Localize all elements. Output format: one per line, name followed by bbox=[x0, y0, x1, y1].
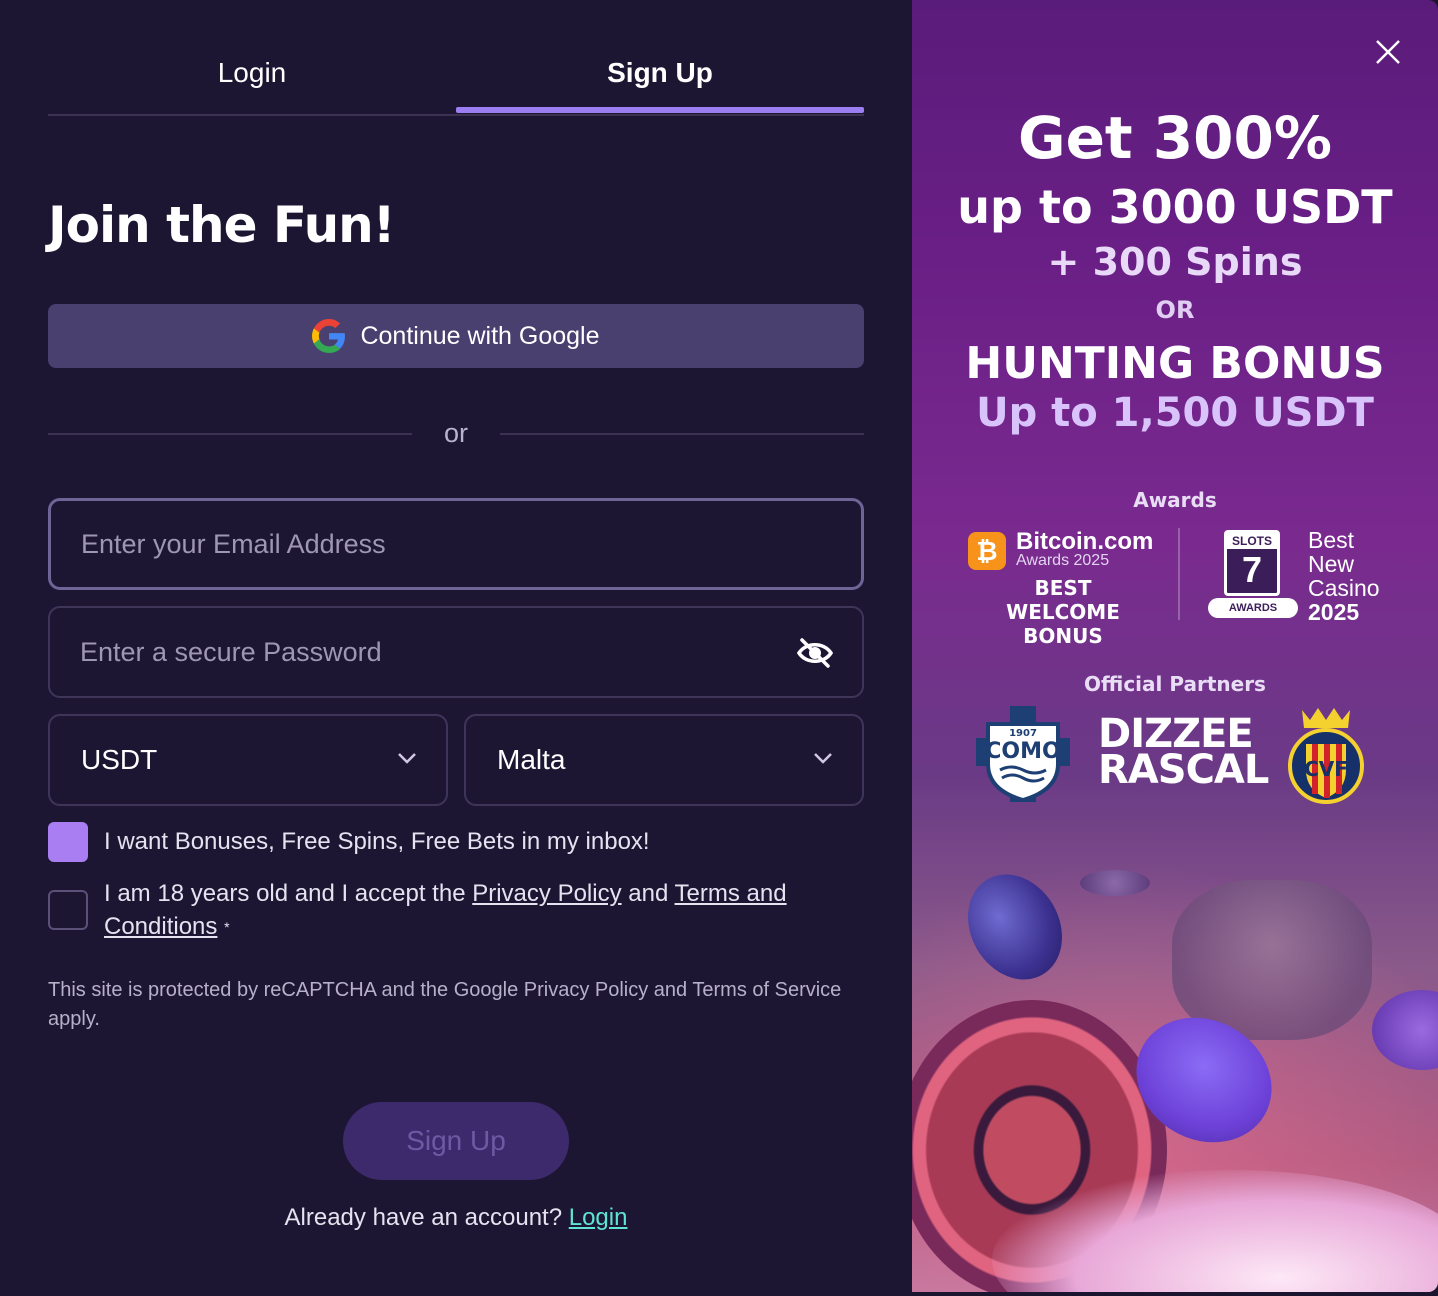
bonus-opt-in-label: I want Bonuses, Free Spins, Free Bets in… bbox=[104, 828, 650, 855]
continue-with-google-button[interactable]: Continue with Google bbox=[48, 304, 864, 368]
close-icon[interactable] bbox=[1374, 38, 1402, 66]
award2-line4: 2025 bbox=[1308, 599, 1360, 625]
google-icon bbox=[312, 319, 346, 353]
age-terms-label: I am 18 years old and I accept the Priva… bbox=[104, 877, 804, 944]
como-year: 1907 bbox=[1009, 728, 1037, 739]
tab-signup[interactable]: Sign Up bbox=[456, 40, 864, 114]
google-button-label: Continue with Google bbox=[360, 321, 600, 350]
chevron-down-icon bbox=[398, 753, 416, 764]
age-terms-prefix: I am 18 years old and I accept the bbox=[104, 880, 473, 907]
divider-left bbox=[48, 433, 412, 435]
rock-decoration bbox=[1172, 880, 1372, 1040]
small-coin-decoration bbox=[1080, 870, 1150, 896]
promo-amount: up to 3000 USDT bbox=[957, 180, 1393, 234]
have-account-text: Already have an account? bbox=[284, 1204, 563, 1231]
active-tab-indicator bbox=[456, 107, 864, 113]
divider-or-text: or bbox=[443, 418, 468, 448]
promo-spins: + 300 Spins bbox=[1047, 240, 1303, 284]
password-field-wrapper bbox=[48, 606, 864, 698]
award-best-welcome-bonus: BEST WELCOME BONUS bbox=[968, 576, 1158, 648]
award2-line1: Best bbox=[1308, 527, 1355, 553]
divider-right bbox=[500, 433, 864, 435]
eye-slash-icon[interactable] bbox=[796, 636, 834, 670]
award-welcome-bonus: WELCOME BONUS bbox=[1006, 600, 1120, 648]
bonus-opt-in-checkbox[interactable] bbox=[48, 822, 88, 862]
promo-panel: Get 300% up to 3000 USDT + 300 Spins OR … bbox=[912, 0, 1438, 1292]
sign-up-submit-button[interactable]: Sign Up bbox=[343, 1102, 569, 1180]
award-best: BEST bbox=[1034, 576, 1092, 600]
slots-award: SLOTS 7 AWARDS Best New Casino 2025 bbox=[1208, 528, 1408, 628]
hunting-bonus-title: HUNTING BONUS bbox=[965, 338, 1385, 389]
currency-value: USDT bbox=[81, 744, 158, 775]
have-account-line: Already have an account? Login bbox=[0, 1204, 912, 1232]
como-name: COMO bbox=[985, 739, 1060, 764]
award2-line2: New bbox=[1308, 551, 1355, 577]
awards-ribbon: AWARDS bbox=[1208, 598, 1298, 618]
awards-separator bbox=[1178, 528, 1180, 620]
cvf-text: CVF bbox=[1304, 757, 1348, 781]
chevron-down-icon bbox=[814, 753, 832, 764]
password-input[interactable] bbox=[50, 636, 862, 668]
best-new-casino-text: Best New Casino 2025 bbox=[1308, 528, 1380, 624]
recaptcha-notice: This site is protected by reCAPTCHA and … bbox=[48, 979, 842, 1030]
award-year: Awards 2025 bbox=[1016, 552, 1110, 569]
signup-form-panel: Login Sign Up Join the Fun! Continue wit… bbox=[0, 0, 912, 1296]
dizzee-line2: RASCAL bbox=[1098, 747, 1269, 793]
slots-label: SLOTS bbox=[1227, 533, 1277, 549]
hunting-bonus-amount: Up to 1,500 USDT bbox=[976, 390, 1374, 436]
age-terms-checkbox[interactable] bbox=[48, 890, 88, 930]
slots-seven-icon: SLOTS 7 bbox=[1224, 530, 1280, 596]
age-terms-middle: and bbox=[621, 880, 675, 907]
promo-headline: Get 300% bbox=[1017, 104, 1333, 172]
privacy-policy-link[interactable]: Privacy Policy bbox=[472, 880, 621, 907]
villarreal-cvf-logo: CVF bbox=[1288, 708, 1364, 804]
promo-or: OR bbox=[1155, 296, 1195, 324]
tab-login[interactable]: Login bbox=[48, 40, 456, 114]
award2-line3: Casino bbox=[1308, 575, 1380, 601]
currency-select[interactable]: USDT bbox=[48, 714, 448, 806]
partners-title: Official Partners bbox=[1084, 672, 1266, 696]
email-field-wrapper bbox=[48, 498, 864, 590]
dizzee-rascal-logo: DIZZEE RASCAL bbox=[1098, 714, 1269, 796]
awards-title: Awards bbox=[1133, 488, 1217, 512]
bitcoin-icon: ₿ bbox=[968, 532, 1006, 570]
email-input[interactable] bbox=[51, 528, 861, 560]
required-mark: * bbox=[224, 919, 230, 936]
auth-tabs: Login Sign Up bbox=[48, 40, 864, 116]
login-link[interactable]: Login bbox=[569, 1204, 628, 1231]
slots-seven: 7 bbox=[1241, 549, 1263, 590]
page-title: Join the Fun! bbox=[48, 196, 396, 254]
country-select[interactable]: Malta bbox=[464, 714, 864, 806]
como-logo: 1907 COMO bbox=[976, 706, 1070, 803]
bitcoin-award: ₿ Bitcoin.com Awards 2025 BEST WELCOME B… bbox=[968, 528, 1168, 648]
country-value: Malta bbox=[497, 744, 566, 775]
